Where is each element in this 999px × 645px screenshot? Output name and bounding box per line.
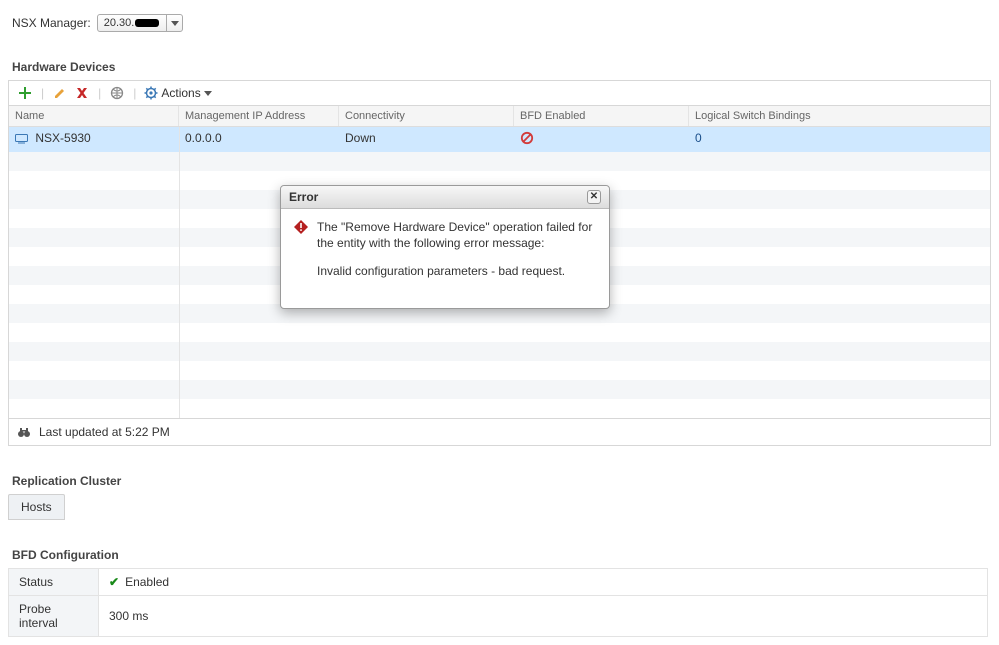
tab-hosts[interactable]: Hosts <box>8 494 65 520</box>
close-icon[interactable]: ✕ <box>587 190 601 204</box>
error-icon <box>293 219 309 292</box>
check-icon: ✔ <box>109 575 119 589</box>
actions-label: Actions <box>161 86 200 100</box>
bfd-probe-row: Probe interval 300 ms <box>9 596 988 637</box>
col-name[interactable]: Name <box>9 106 179 126</box>
cell-lsb[interactable]: 0 <box>689 127 990 152</box>
binoculars-icon <box>17 425 31 439</box>
nsx-manager-value-prefix: 20.30. <box>104 17 135 29</box>
dialog-title-text: Error <box>289 190 318 204</box>
cell-connectivity: Down <box>339 127 514 152</box>
bfd-status-value: ✔ Enabled <box>99 569 988 596</box>
add-icon[interactable] <box>17 85 33 101</box>
cell-bfd <box>514 127 689 152</box>
table-header: Name Management IP Address Connectivity … <box>9 106 990 127</box>
chevron-down-icon[interactable] <box>166 15 182 31</box>
chevron-down-icon <box>204 91 212 96</box>
col-lsb[interactable]: Logical Switch Bindings <box>689 106 990 126</box>
hardware-devices-title: Hardware Devices <box>12 60 991 74</box>
cell-name: NSX-5930 <box>9 127 179 152</box>
status-bar: Last updated at 5:22 PM <box>9 418 990 445</box>
dialog-message: The "Remove Hardware Device" operation f… <box>317 219 597 292</box>
bfd-status-key: Status <box>9 569 99 596</box>
edit-icon[interactable] <box>52 85 68 101</box>
bfd-status-row: Status ✔ Enabled <box>9 569 988 596</box>
bfd-probe-value: 300 ms <box>99 596 988 637</box>
col-bfd[interactable]: BFD Enabled <box>514 106 689 126</box>
replication-cluster-title: Replication Cluster <box>12 474 991 488</box>
error-dialog: Error ✕ The "Remove Hardware Device" ope… <box>280 185 610 309</box>
bfd-probe-key: Probe interval <box>9 596 99 637</box>
delete-icon[interactable] <box>74 85 90 101</box>
bfd-config-title: BFD Configuration <box>12 548 991 562</box>
status-text: Last updated at 5:22 PM <box>39 425 170 439</box>
nsx-manager-label: NSX Manager: <box>12 16 91 30</box>
bfd-config-table: Status ✔ Enabled Probe interval 300 ms <box>8 568 988 637</box>
device-icon <box>15 134 28 144</box>
cell-ip: 0.0.0.0 <box>179 127 339 152</box>
col-ip[interactable]: Management IP Address <box>179 106 339 126</box>
redacted-ip-segment <box>135 19 159 27</box>
globe-icon[interactable] <box>109 85 125 101</box>
gear-icon <box>144 86 158 100</box>
hardware-devices-toolbar: | | | Actions <box>9 81 990 106</box>
disabled-icon <box>520 131 534 145</box>
table-row[interactable]: NSX-5930 0.0.0.0 Down 0 <box>9 127 990 152</box>
nsx-manager-select[interactable]: 20.30. <box>97 14 184 32</box>
actions-menu[interactable]: Actions <box>144 86 211 100</box>
col-connectivity[interactable]: Connectivity <box>339 106 514 126</box>
